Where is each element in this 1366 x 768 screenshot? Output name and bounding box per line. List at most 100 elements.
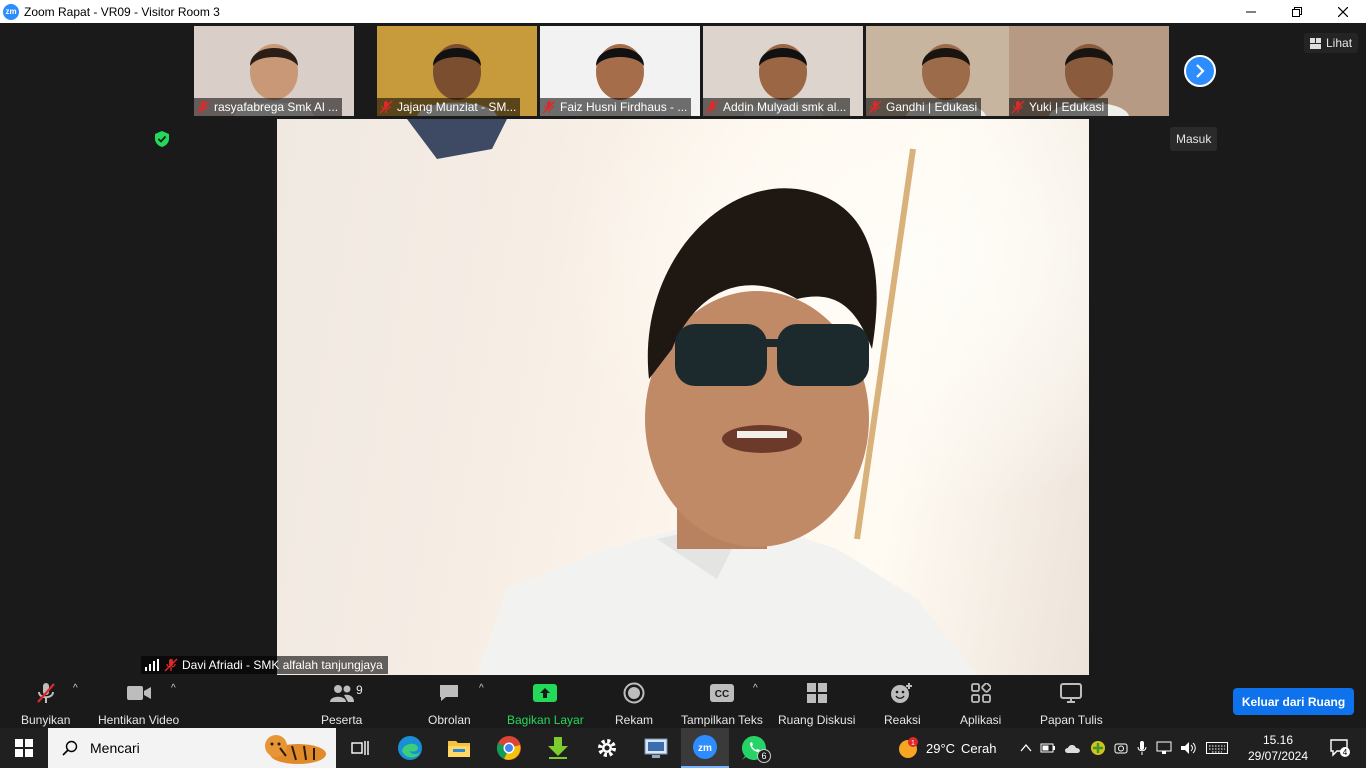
- unmute-button[interactable]: Bunyikan: [21, 681, 70, 727]
- mic-off-icon: [36, 683, 55, 703]
- file-explorer-icon: [448, 741, 470, 757]
- main-speaker-video: [277, 119, 1089, 675]
- window-title: Zoom Rapat - VR09 - Visitor Room 3: [24, 4, 220, 19]
- participant-thumbnail[interactable]: Jajang Munziat - SM...: [377, 26, 537, 116]
- participant-thumbnail[interactable]: rasyafabrega Smk Al ...: [194, 26, 354, 116]
- app-tray-icon[interactable]: [1090, 740, 1106, 756]
- onedrive-icon[interactable]: [1064, 742, 1082, 754]
- taskbar-search[interactable]: Mencari: [48, 728, 336, 768]
- weather-sun-icon: 1: [899, 737, 918, 758]
- leave-room-button[interactable]: Keluar dari Ruang: [1233, 688, 1354, 715]
- search-icon: [62, 740, 78, 756]
- title-bar: zm Zoom Rapat - VR09 - Visitor Room 3: [0, 0, 1366, 23]
- breakout-rooms-button[interactable]: Ruang Diskusi: [778, 681, 855, 727]
- chevron-up-icon[interactable]: [1020, 742, 1032, 754]
- windows-taskbar: Mencari zm 6 1 29°C Cerah 15.16 29/07/20…: [0, 728, 1366, 768]
- restore-button[interactable]: [1274, 0, 1320, 23]
- share-screen-button[interactable]: Bagikan Layar: [507, 681, 584, 727]
- mic-off-icon: [164, 658, 178, 672]
- captions-button[interactable]: CC Tampilkan Teks: [681, 681, 763, 727]
- download-manager-button[interactable]: [534, 728, 582, 768]
- captions-options-caret[interactable]: ^: [753, 683, 758, 694]
- whiteboard-button[interactable]: Papan Tulis: [1040, 681, 1103, 727]
- next-page-button[interactable]: [1184, 55, 1216, 87]
- whatsapp-badge: 6: [757, 749, 771, 763]
- participant-name-tag: Faiz Husni Firdhaus - ...: [540, 98, 692, 116]
- settings-button[interactable]: [583, 728, 631, 768]
- zoom-logo-icon: zm: [3, 3, 19, 20]
- remote-desktop-button[interactable]: [632, 728, 680, 768]
- participant-name-tag: Gandhi | Edukasi: [866, 98, 982, 116]
- camera-tray-icon[interactable]: [1114, 741, 1128, 755]
- unmute-label: Bunyikan: [21, 713, 71, 727]
- chrome-button[interactable]: [485, 728, 533, 768]
- start-icon: [15, 739, 33, 757]
- emoji-plus-icon: [891, 683, 913, 703]
- chat-options-caret[interactable]: ^: [479, 683, 484, 694]
- microphone-tray-icon[interactable]: [1136, 740, 1148, 756]
- participant-name: Gandhi | Edukasi: [886, 100, 978, 114]
- weather-widget[interactable]: 1 29°C Cerah: [896, 728, 996, 768]
- volume-icon[interactable]: [1180, 741, 1198, 755]
- participant-thumbnail[interactable]: Addin Mulyadi smk al...: [703, 26, 863, 116]
- record-icon: [623, 682, 645, 704]
- whiteboard-icon: [1060, 683, 1083, 703]
- clock-time: 15.16: [1262, 733, 1294, 747]
- meeting-toolbar: Bunyikan ^ Hentikan Video ^ Peserta 9 Ob…: [0, 675, 1366, 728]
- notification-icon: 4: [1330, 739, 1350, 757]
- weather-condition: Cerah: [961, 740, 997, 756]
- mic-off-icon: [705, 100, 719, 114]
- task-view-button[interactable]: [336, 728, 384, 768]
- audio-options-caret[interactable]: ^: [73, 683, 78, 694]
- cc-text: CC: [715, 689, 729, 700]
- cc-icon: CC: [709, 684, 734, 702]
- shield-check-icon[interactable]: [153, 130, 171, 148]
- participant-count: 9: [356, 683, 363, 697]
- clock-date: 29/07/2024: [1247, 749, 1309, 763]
- weather-badge: 1: [911, 740, 915, 747]
- video-camera-icon: [126, 686, 151, 700]
- mic-off-icon: [196, 100, 210, 114]
- participant-name: Addin Mulyadi smk al...: [723, 100, 847, 114]
- notifications-button[interactable]: 4: [1320, 728, 1360, 768]
- reactions-button[interactable]: Reaksi: [884, 681, 921, 727]
- participant-thumbnail[interactable]: Faiz Husni Firdhaus - ...: [540, 26, 700, 116]
- participant-thumbnail[interactable]: Gandhi | Edukasi: [866, 26, 1026, 116]
- view-button-label: Lihat: [1326, 36, 1353, 50]
- speaker-figure: [277, 119, 1089, 675]
- battery-icon[interactable]: [1040, 742, 1056, 754]
- file-explorer-button[interactable]: [435, 728, 483, 768]
- zoom-taskbar-button[interactable]: zm: [681, 728, 729, 768]
- chat-button[interactable]: Obrolan: [428, 681, 471, 727]
- stop-video-button[interactable]: Hentikan Video: [98, 681, 179, 727]
- system-tray: [1020, 728, 1228, 768]
- view-button[interactable]: Lihat: [1304, 33, 1359, 53]
- participant-thumbnail[interactable]: Yuki | Edukasi: [1009, 26, 1169, 116]
- download-icon: [548, 737, 568, 759]
- participant-name-tag: Addin Mulyadi smk al...: [703, 98, 851, 116]
- mic-off-icon: [868, 100, 882, 114]
- close-icon: [1338, 6, 1348, 17]
- main-speaker-name-tag: Davi Afriadi - SMK alfalah tanjungjaya: [141, 656, 388, 674]
- chat-label: Obrolan: [428, 713, 471, 727]
- tiger-illustration-icon: [265, 735, 326, 764]
- start-button[interactable]: [0, 728, 48, 768]
- breakout-rooms-icon: [806, 683, 827, 703]
- share-screen-label: Bagikan Layar: [507, 713, 584, 727]
- whatsapp-button[interactable]: 6: [730, 728, 778, 768]
- edge-button[interactable]: [386, 728, 434, 768]
- stop-video-label: Hentikan Video: [98, 713, 180, 727]
- participant-name: Jajang Munziat - SM...: [397, 100, 517, 114]
- taskbar-clock[interactable]: 15.16 29/07/2024: [1246, 732, 1310, 764]
- participant-name-tag: rasyafabrega Smk Al ...: [194, 98, 343, 116]
- close-button[interactable]: [1320, 0, 1366, 23]
- minimize-button[interactable]: [1228, 0, 1274, 23]
- chrome-icon: [496, 736, 521, 760]
- record-button[interactable]: Rekam: [615, 681, 653, 727]
- notification-count: 4: [1343, 748, 1348, 757]
- remote-desktop-icon: [644, 738, 668, 758]
- network-icon[interactable]: [1156, 741, 1172, 755]
- apps-button[interactable]: Aplikasi: [960, 681, 1001, 727]
- keyboard-icon[interactable]: [1206, 742, 1228, 754]
- video-options-caret[interactable]: ^: [171, 683, 176, 694]
